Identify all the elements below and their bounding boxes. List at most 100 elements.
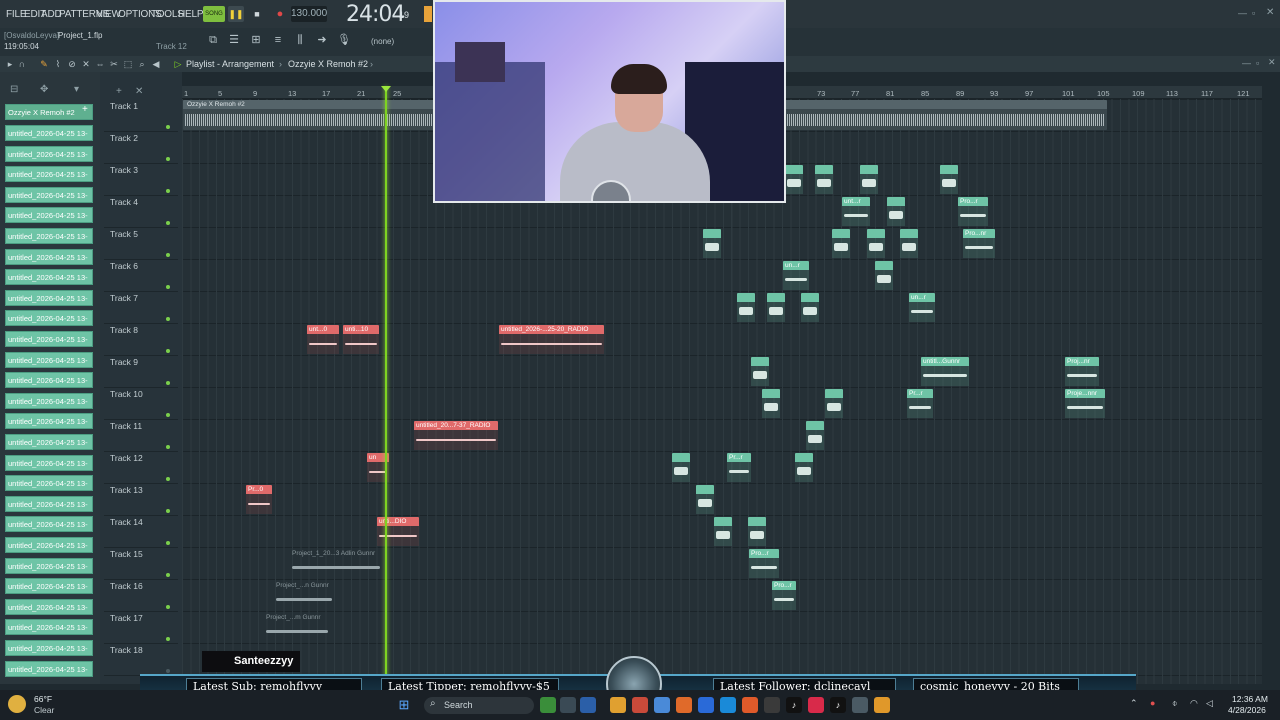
picker-item[interactable]: untitled_2026-04-25 13- xyxy=(5,269,93,286)
clip[interactable] xyxy=(714,517,732,547)
weather-icon[interactable] xyxy=(8,695,26,713)
track-mute-led[interactable] xyxy=(166,637,170,641)
picker-item[interactable]: untitled_2026-04-25 13- xyxy=(5,475,93,492)
picker-item-selected[interactable]: Ozzyie X Remoh #2 xyxy=(5,104,93,120)
taskbar-app-icon[interactable] xyxy=(852,697,868,713)
picker-item[interactable]: untitled_2026-04-25 13- xyxy=(5,619,93,636)
clip[interactable]: untitled_2026-...25-20_RADIO xyxy=(499,325,604,355)
playhead-marker[interactable] xyxy=(381,86,391,92)
minimize-icon[interactable]: — xyxy=(1238,8,1247,18)
taskbar-date[interactable]: 4/28/2026 xyxy=(1228,705,1266,715)
mute-icon[interactable]: ✕ xyxy=(80,58,92,70)
track-label[interactable]: Track 13 xyxy=(110,485,143,495)
file-explorer-icon[interactable] xyxy=(610,697,626,713)
track-label[interactable]: Track 18 xyxy=(110,645,143,655)
clip[interactable]: Pro...r xyxy=(958,197,988,227)
playhead[interactable] xyxy=(385,86,387,684)
taskbar-app-icon[interactable] xyxy=(560,697,576,713)
taskbar-app-icon[interactable] xyxy=(632,697,648,713)
track-mute-led[interactable] xyxy=(166,477,170,481)
track-label[interactable]: Track 16 xyxy=(110,581,143,591)
add-pattern-icon[interactable]: + xyxy=(82,104,88,115)
track-label[interactable]: Track 17 xyxy=(110,613,143,623)
menu-help[interactable]: HELP xyxy=(178,9,204,20)
clip[interactable]: unti...DIO xyxy=(377,517,419,547)
clip[interactable] xyxy=(825,389,843,419)
tray-app-icon[interactable]: ● xyxy=(1150,698,1155,708)
select-icon[interactable]: ⬚ xyxy=(122,58,134,70)
track-label[interactable]: Track 1 xyxy=(110,101,138,111)
track-mute-led[interactable] xyxy=(166,125,170,129)
taskbar-app-icon[interactable] xyxy=(698,697,714,713)
track-label[interactable]: Track 9 xyxy=(110,357,138,367)
track-mute-led[interactable] xyxy=(166,605,170,609)
track-mute-led[interactable] xyxy=(166,381,170,385)
start-icon[interactable]: ⊞ xyxy=(396,697,412,713)
clip[interactable] xyxy=(887,197,905,227)
track-label[interactable]: Track 12 xyxy=(110,453,143,463)
tiktok-icon[interactable]: ♪ xyxy=(786,697,802,713)
picker-item[interactable]: untitled_2026-04-25 13- xyxy=(5,207,93,224)
track-mute-led[interactable] xyxy=(166,285,170,289)
clip[interactable] xyxy=(762,389,780,419)
clip[interactable]: Pro...r xyxy=(749,549,779,579)
picker-item[interactable]: untitled_2026-04-25 13- xyxy=(5,228,93,244)
track-label[interactable]: Track 3 xyxy=(110,165,138,175)
clip[interactable] xyxy=(785,165,803,195)
picker-item[interactable]: untitled_2026-04-25 13- xyxy=(5,413,93,430)
taskbar-app-icon[interactable] xyxy=(764,697,780,713)
play-icon[interactable]: ▷ xyxy=(172,58,184,70)
track-label[interactable]: Track 14 xyxy=(110,517,143,527)
restore-icon[interactable]: ▫ xyxy=(1252,8,1255,18)
picker-item[interactable]: untitled_2026-04-25 13- xyxy=(5,392,93,409)
track-mute-led[interactable] xyxy=(166,253,170,257)
record-button[interactable]: ● xyxy=(272,6,288,22)
firefox-icon[interactable] xyxy=(742,697,758,713)
playlist-pattern-name[interactable]: Ozzyie X Remoh #2 xyxy=(288,59,368,69)
clip[interactable]: Pr...0 xyxy=(246,485,272,515)
picker-item[interactable]: untitled_2026-04-25 13- xyxy=(5,166,93,183)
track-label[interactable]: Track 8 xyxy=(110,325,138,335)
volume-icon[interactable]: ◁ xyxy=(1206,698,1213,709)
weather-temp[interactable]: 66°F xyxy=(34,694,52,704)
clip[interactable] xyxy=(815,165,833,195)
mixer-icon[interactable]: ⫼ xyxy=(292,32,308,48)
track-mute-led[interactable] xyxy=(166,573,170,577)
clip[interactable]: Pro...r xyxy=(772,581,796,611)
clip[interactable] xyxy=(748,517,766,547)
clip[interactable]: unti...10 xyxy=(343,325,379,355)
clip[interactable]: un...r xyxy=(909,293,935,323)
track-label[interactable]: Track 15 xyxy=(110,549,143,559)
clip[interactable] xyxy=(875,261,893,291)
track-mute-led[interactable] xyxy=(166,413,170,417)
clip[interactable] xyxy=(801,293,819,323)
track-mute-led[interactable] xyxy=(166,669,170,673)
picker-item[interactable]: untitled_2026-04-25 13- xyxy=(5,660,93,677)
track-mute-led[interactable] xyxy=(166,221,170,225)
list-icon[interactable]: ☰ xyxy=(226,32,242,48)
taskbar-app-icon[interactable] xyxy=(540,697,556,713)
taskbar-app-icon[interactable] xyxy=(676,697,692,713)
clip[interactable] xyxy=(696,485,714,515)
pencil-icon[interactable]: ✎ xyxy=(38,58,50,70)
clip[interactable]: Proje...nnr xyxy=(1065,389,1105,419)
close-icon[interactable]: ✕ xyxy=(1266,7,1274,18)
clip[interactable]: Pr...r xyxy=(907,389,933,419)
picker-item[interactable]: untitled_2026-04-25 13- xyxy=(5,598,93,615)
clip[interactable] xyxy=(737,293,755,323)
pattern-selector[interactable]: (none) xyxy=(365,35,421,49)
taskbar-app-icon[interactable] xyxy=(580,697,596,713)
clip[interactable] xyxy=(860,165,878,195)
microphone-icon[interactable]: 🎙 xyxy=(336,32,352,48)
track-label[interactable]: Track 7 xyxy=(110,293,138,303)
picker-item[interactable]: untitled_2026-04-25 13- xyxy=(5,372,93,389)
brush-icon[interactable]: ⌇ xyxy=(52,58,64,70)
picker-item[interactable]: untitled_2026-04-25 13- xyxy=(5,186,93,203)
picker-item[interactable]: untitled_2026-04-25 13- xyxy=(5,145,93,162)
picker-item[interactable]: untitled_2026-04-25 13- xyxy=(5,331,93,347)
track-mute-led[interactable] xyxy=(166,509,170,513)
delete-icon[interactable]: ⊘ xyxy=(66,58,78,70)
picker-item[interactable]: untitled_2026-04-25 13- xyxy=(5,640,93,656)
track-label[interactable]: Track 6 xyxy=(110,261,138,271)
tray-mic-icon[interactable]: ⌽ xyxy=(1172,698,1177,709)
